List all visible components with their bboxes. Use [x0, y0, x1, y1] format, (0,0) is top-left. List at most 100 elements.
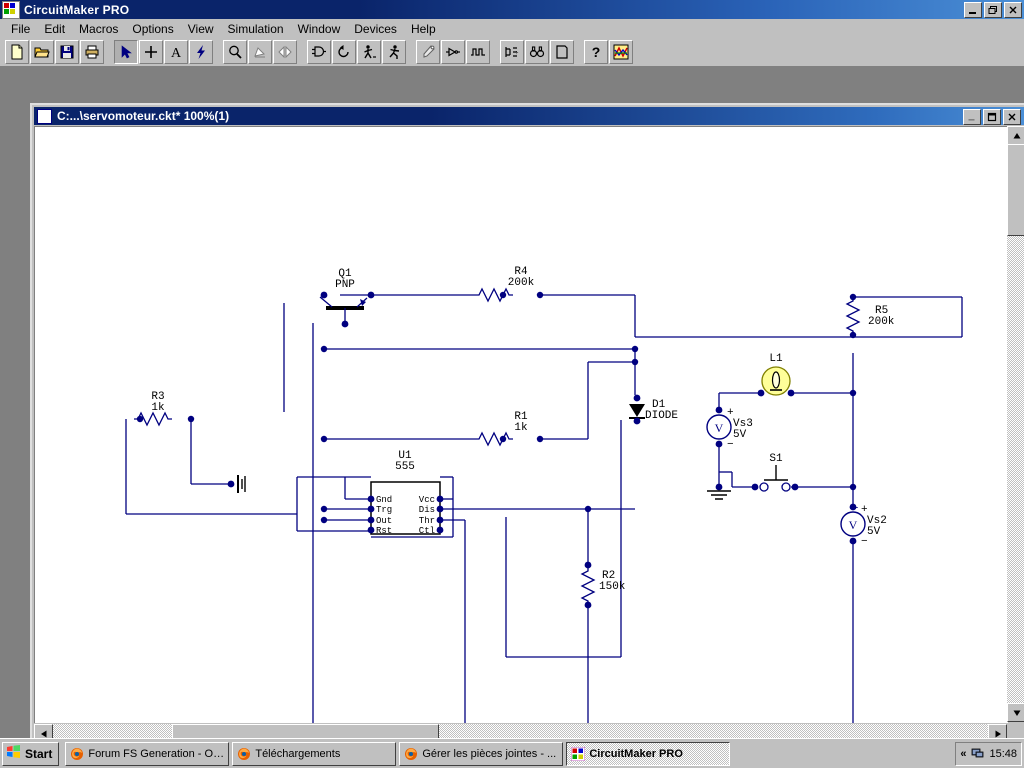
power-tool-button[interactable]	[189, 40, 213, 64]
print-button[interactable]	[80, 40, 104, 64]
and-gate-icon	[311, 44, 327, 60]
run-sim-button[interactable]	[382, 40, 406, 64]
vertical-scrollbar[interactable]	[1007, 126, 1024, 722]
analog-analysis-button[interactable]	[441, 40, 465, 64]
vscroll-down-button[interactable]	[1007, 703, 1024, 722]
U1-pin-out: Out	[376, 516, 392, 526]
R1-value: 1k	[514, 422, 528, 434]
svg-text:÷: ÷	[515, 50, 519, 57]
menu-options[interactable]: Options	[125, 20, 180, 38]
wire-tool-button[interactable]	[139, 40, 163, 64]
netlist-icon: ÷	[504, 44, 520, 60]
help-button[interactable]: ?	[584, 40, 608, 64]
wire-network	[125, 294, 963, 723]
netlist-button[interactable]: ÷	[500, 40, 524, 64]
digital-mode-button[interactable]	[307, 40, 331, 64]
document-title: C:...\servomoteur.ckt* 100%(1)	[57, 109, 230, 123]
taskbar-item-label: CircuitMaker PRO	[589, 747, 683, 760]
mirror-tool-button[interactable]	[273, 40, 297, 64]
vscroll-thumb[interactable]	[1007, 144, 1024, 236]
taskbar-item-telechargements[interactable]: Téléchargements	[232, 741, 397, 766]
mdi-client-area: C:...\servomoteur.ckt* 100%(1) R4 200k R…	[0, 67, 1024, 745]
S1-ref: S1	[769, 453, 783, 465]
resistor-R4[interactable]: R4 200k	[474, 266, 544, 302]
schematic-canvas[interactable]: R4 200k R1 1k R3 1k R5 200k R2 150k Q1 P…	[34, 126, 1008, 723]
pan-tool-button[interactable]	[248, 40, 272, 64]
restore-button[interactable]	[984, 2, 1002, 18]
pcb-export-button[interactable]	[550, 40, 574, 64]
lamp-L1[interactable]: L1	[757, 353, 795, 397]
taskbar-item-circuitmaker[interactable]: CircuitMaker PRO	[566, 741, 731, 766]
start-button[interactable]: Start	[2, 741, 60, 766]
battery-symbol[interactable]	[227, 475, 246, 493]
transistor-Q1[interactable]: Q1 PNP	[319, 268, 375, 328]
save-file-button[interactable]	[55, 40, 79, 64]
magnifier-icon	[227, 44, 243, 60]
resistor-R3[interactable]: R3 1k	[133, 391, 195, 426]
taskbar: Start Forum FS Generation - Ou... Téléch…	[0, 738, 1024, 768]
schematic-document-window: C:...\servomoteur.ckt* 100%(1) R4 200k R…	[30, 103, 1024, 745]
Vs2-value: 5V	[867, 526, 881, 538]
text-tool-button[interactable]: A	[164, 40, 188, 64]
digital-analysis-button[interactable]	[466, 40, 490, 64]
menu-edit[interactable]: Edit	[37, 20, 72, 38]
taskbar-item-label: Forum FS Generation - Ou...	[88, 747, 225, 760]
taskbar-item-label: Téléchargements	[255, 747, 341, 760]
flip-horizontal-icon	[277, 44, 293, 60]
R2-value: 150k	[599, 581, 626, 593]
menu-help[interactable]: Help	[404, 20, 443, 38]
waveform-viewer-button[interactable]	[609, 40, 633, 64]
resistor-R1[interactable]: R1 1k	[474, 411, 544, 446]
open-folder-icon	[34, 44, 50, 60]
rotate-tool-button[interactable]	[332, 40, 356, 64]
menu-devices[interactable]: Devices	[347, 20, 404, 38]
new-document-icon	[9, 44, 25, 60]
zoom-tool-button[interactable]	[223, 40, 247, 64]
system-tray: « 15:48	[955, 741, 1022, 766]
tray-expand-button[interactable]: «	[960, 748, 966, 760]
menu-view[interactable]: View	[181, 20, 221, 38]
ic-U1-555[interactable]: U1 555 Gnd Trg Out Rst Vcc Dis Thr Ctl	[367, 450, 444, 536]
firefox-icon	[404, 747, 418, 761]
step-sim-button[interactable]	[357, 40, 381, 64]
U1-pin-thr: Thr	[419, 516, 435, 526]
firefox-icon	[70, 747, 84, 761]
document-maximize-button[interactable]	[983, 109, 1001, 125]
svg-text:?: ?	[592, 44, 601, 60]
svg-text:V: V	[849, 518, 858, 532]
switch-S1[interactable]: S1	[751, 453, 799, 492]
U1-value: 555	[395, 461, 415, 473]
menu-file[interactable]: File	[4, 20, 37, 38]
diode-D1[interactable]: D1 DIODE	[629, 394, 678, 425]
menu-simulation[interactable]: Simulation	[221, 20, 291, 38]
menu-macros[interactable]: Macros	[72, 20, 125, 38]
taskbar-item-forum[interactable]: Forum FS Generation - Ou...	[65, 741, 230, 766]
svg-text:V: V	[715, 421, 724, 435]
arrow-tool-button[interactable]	[114, 40, 138, 64]
document-close-button[interactable]	[1003, 109, 1021, 125]
resistor-R5[interactable]: R5 200k	[846, 293, 895, 339]
open-file-button[interactable]	[30, 40, 54, 64]
taskbar-item-gerer-pieces[interactable]: Gérer les pièces jointes - ...	[399, 741, 564, 766]
network-icon[interactable]	[971, 746, 984, 762]
menu-window[interactable]: Window	[291, 20, 348, 38]
application-window: CircuitMaker PRO File Edit Macros Option…	[0, 0, 1024, 768]
minimize-button[interactable]	[964, 2, 982, 18]
lightning-bolt-icon	[193, 44, 209, 60]
bill-of-materials-button[interactable]	[525, 40, 549, 64]
ground-symbol-right	[707, 483, 731, 500]
probe-tool-button[interactable]	[416, 40, 440, 64]
vscroll-up-button[interactable]	[1007, 126, 1024, 145]
R3-value: 1k	[151, 402, 165, 414]
close-button[interactable]	[1004, 2, 1022, 18]
U1-pin-gnd: Gnd	[376, 495, 392, 505]
document-minimize-button[interactable]	[963, 109, 981, 125]
new-file-button[interactable]	[5, 40, 29, 64]
binoculars-icon	[529, 44, 545, 60]
U1-pin-ctl: Ctl	[419, 526, 435, 536]
clock[interactable]: 15:48	[989, 748, 1017, 760]
resistor-R2[interactable]: R2 150k	[581, 561, 626, 609]
voltage-source-Vs2[interactable]: V + − Vs2 5V	[840, 503, 887, 548]
voltage-source-Vs3[interactable]: V + − Vs3 5V	[706, 406, 753, 451]
running-man-icon	[386, 44, 402, 60]
